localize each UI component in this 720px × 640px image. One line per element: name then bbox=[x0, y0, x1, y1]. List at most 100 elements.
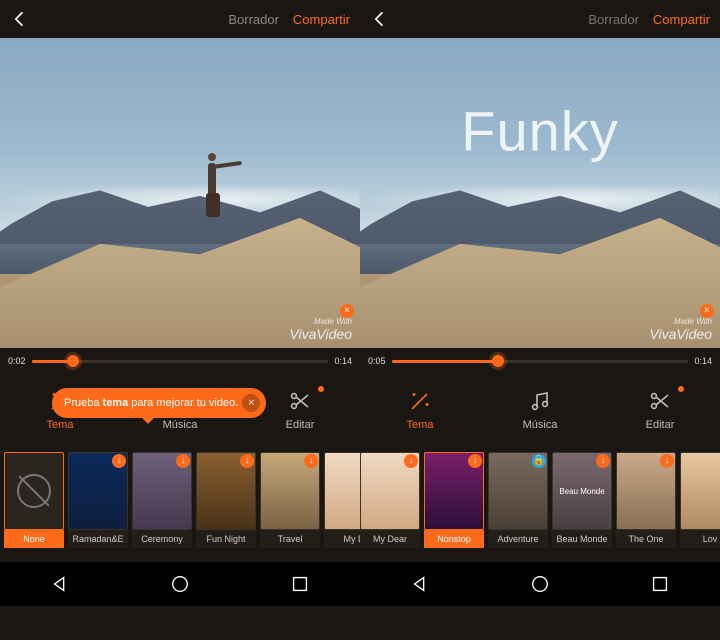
theme-label: Lov bbox=[680, 530, 720, 548]
tab-label: Editar bbox=[286, 419, 315, 431]
video-preview[interactable]: Funky×Made WithVivaVideo bbox=[360, 38, 720, 348]
theme-thumb: 🔒 bbox=[324, 452, 360, 530]
draft-link[interactable]: Borrador bbox=[588, 12, 639, 27]
pane-before: BorradorCompartir×Made WithVivaVideo0:02… bbox=[0, 0, 360, 640]
system-nav-bar bbox=[360, 562, 720, 606]
top-bar: Borrador Compartir bbox=[360, 0, 720, 38]
download-badge-icon: ↓ bbox=[468, 454, 482, 468]
theme-label: My Dear bbox=[360, 530, 420, 548]
editor-tabs: Tema Música Editar bbox=[360, 374, 720, 446]
download-badge-icon: ↓ bbox=[404, 454, 418, 468]
theme-label: Travel bbox=[260, 530, 320, 548]
scrubber-track[interactable] bbox=[392, 360, 689, 363]
theme-thumb: ↓ bbox=[424, 452, 484, 530]
download-badge-icon: ↓ bbox=[176, 454, 190, 468]
theme-strip[interactable]: None↓Ramadan&E↓Ceremony↓Fun Night↓Travel… bbox=[0, 446, 360, 562]
theme-theone[interactable]: ↓ The One bbox=[616, 452, 676, 548]
draft-link[interactable]: Borrador bbox=[228, 12, 279, 27]
download-badge-icon: ↓ bbox=[112, 454, 126, 468]
watermark-brand: VivaVideo bbox=[649, 326, 712, 342]
theme-label: Ceremony bbox=[132, 530, 192, 548]
theme-thumb bbox=[4, 452, 64, 530]
lock-badge-icon: 🔒 bbox=[532, 454, 546, 468]
theme-label: None bbox=[4, 530, 64, 548]
nav-recent-button[interactable] bbox=[289, 573, 311, 595]
theme-strip[interactable]: ↓My Dear↓Nonstop🔒AdventureBeau Monde↓Bea… bbox=[360, 446, 720, 562]
theme-none[interactable]: None bbox=[4, 452, 64, 548]
system-nav-bar bbox=[0, 562, 360, 606]
theme-adventure[interactable]: 🔒 Adventure bbox=[488, 452, 548, 548]
back-button[interactable] bbox=[370, 9, 390, 29]
remove-watermark-button[interactable]: × bbox=[340, 304, 354, 318]
tab-label: Música bbox=[523, 419, 558, 431]
top-bar: Borrador Compartir bbox=[0, 0, 360, 38]
theme-ramadan[interactable]: ↓ Ramadan&E bbox=[68, 452, 128, 548]
theme-label: Beau Monde bbox=[552, 530, 612, 548]
nav-back-button[interactable] bbox=[49, 573, 71, 595]
theme-travel[interactable]: ↓ Travel bbox=[260, 452, 320, 548]
theme-ceremony[interactable]: ↓ Ceremony bbox=[132, 452, 192, 548]
person-silhouette bbox=[194, 143, 230, 221]
theme-lov[interactable]: ↓Lov bbox=[680, 452, 720, 548]
download-badge-icon: ↓ bbox=[660, 454, 674, 468]
video-preview[interactable]: ×Made WithVivaVideo bbox=[0, 38, 360, 348]
theme-thumb: ↓ bbox=[132, 452, 192, 530]
scrubber-fill bbox=[392, 360, 499, 363]
scrubber[interactable]: 0:05 0:14 bbox=[360, 348, 720, 374]
theme-thumb: 🔒 bbox=[488, 452, 548, 530]
tab-label: Tema bbox=[47, 419, 74, 431]
theme-thumb: ↓ bbox=[196, 452, 256, 530]
tab-editar[interactable]: Editar bbox=[600, 374, 720, 446]
theme-mydear2[interactable]: ↓ My Dear bbox=[360, 452, 420, 548]
watermark: Made WithVivaVideo bbox=[649, 317, 712, 342]
theme-label: Adventure bbox=[488, 530, 548, 548]
tab-label: Música bbox=[163, 419, 198, 431]
tooltip-close-button[interactable]: × bbox=[242, 394, 260, 412]
theme-thumb: ↓ bbox=[680, 452, 720, 530]
scrubber-knob[interactable] bbox=[67, 355, 79, 367]
tab-tema[interactable]: Tema bbox=[360, 374, 480, 446]
theme-thumb: ↓ bbox=[260, 452, 320, 530]
time-total: 0:14 bbox=[334, 356, 352, 366]
theme-label: The One bbox=[616, 530, 676, 548]
time-current: 0:05 bbox=[368, 356, 386, 366]
remove-watermark-button[interactable]: × bbox=[700, 304, 714, 318]
theme-funnight[interactable]: ↓Fun Night bbox=[196, 452, 256, 548]
download-badge-icon: ↓ bbox=[304, 454, 318, 468]
scrubber-knob[interactable] bbox=[492, 355, 504, 367]
share-link[interactable]: Compartir bbox=[653, 12, 710, 27]
nav-home-button[interactable] bbox=[529, 573, 551, 595]
watermark-small: Made With bbox=[289, 317, 352, 326]
theme-nonstop[interactable]: ↓ Nonstop bbox=[424, 452, 484, 548]
theme-mydear1[interactable]: 🔒My D bbox=[324, 452, 360, 548]
notification-dot-icon bbox=[318, 386, 324, 392]
share-link[interactable]: Compartir bbox=[293, 12, 350, 27]
theme-thumb: ↓ bbox=[360, 452, 420, 530]
nav-back-button[interactable] bbox=[409, 573, 431, 595]
theme-thumb: ↓ bbox=[616, 452, 676, 530]
download-badge-icon: ↓ bbox=[240, 454, 254, 468]
download-badge-icon: ↓ bbox=[596, 454, 610, 468]
watermark-brand: VivaVideo bbox=[289, 326, 352, 342]
back-button[interactable] bbox=[10, 9, 30, 29]
watermark-small: Made With bbox=[649, 317, 712, 326]
pane-after: Borrador Compartir Funky×Made WithVivaVide… bbox=[360, 0, 720, 640]
nav-home-button[interactable] bbox=[169, 573, 191, 595]
editor-tabs: Prueba tema para mejorar tu video.×TemaM… bbox=[0, 374, 360, 446]
theme-label: Nonstop bbox=[424, 530, 484, 548]
theme-thumb: ↓ bbox=[68, 452, 128, 530]
theme-beaumonde[interactable]: Beau Monde ↓ Beau Monde bbox=[552, 452, 612, 548]
time-total: 0:14 bbox=[694, 356, 712, 366]
tab-label: Editar bbox=[646, 419, 675, 431]
tab-label: Tema bbox=[407, 419, 434, 431]
notification-dot-icon bbox=[678, 386, 684, 392]
tab-musica[interactable]: Música bbox=[480, 374, 600, 446]
scrubber[interactable]: 0:02 0:14 bbox=[0, 348, 360, 374]
theme-thumb-overlay: Beau Monde bbox=[559, 487, 604, 496]
theme-label: Ramadan&E bbox=[68, 530, 128, 548]
watermark: Made WithVivaVideo bbox=[289, 317, 352, 342]
nav-recent-button[interactable] bbox=[649, 573, 671, 595]
none-icon bbox=[17, 474, 51, 508]
scrubber-track[interactable] bbox=[32, 360, 329, 363]
time-current: 0:02 bbox=[8, 356, 26, 366]
